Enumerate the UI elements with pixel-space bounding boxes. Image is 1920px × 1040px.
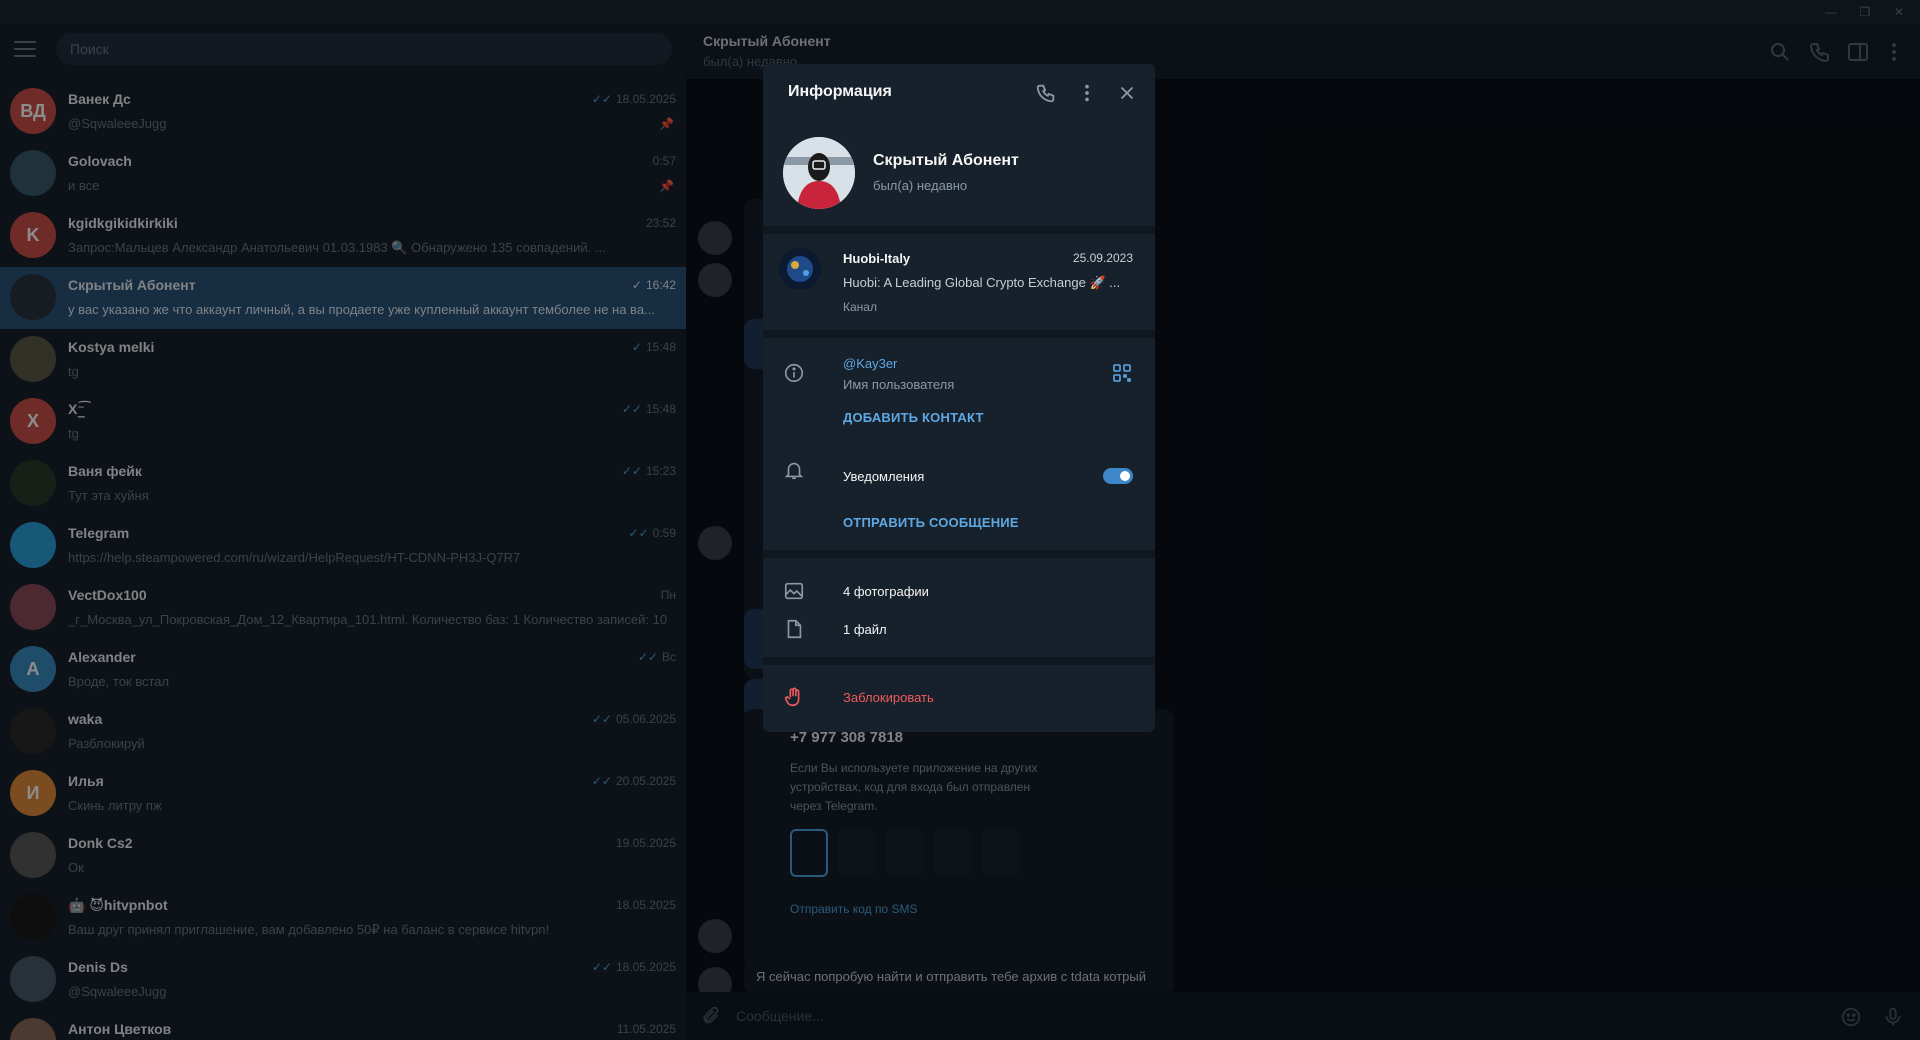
user-info-dialog: Информация Скрытый Абонент был(а) недавн… <box>763 64 1155 732</box>
profile-status: был(а) недавно <box>873 178 968 193</box>
username-value[interactable]: @Kay3er <box>843 356 897 371</box>
channel-avatar[interactable] <box>779 248 821 290</box>
photos-link[interactable]: 4 фотографии <box>843 584 929 599</box>
section-divider <box>763 550 1155 558</box>
notifications-toggle[interactable] <box>1103 468 1133 484</box>
close-icon[interactable] <box>1116 82 1138 104</box>
add-contact-button[interactable]: ДОБАВИТЬ КОНТАКТ <box>843 410 984 425</box>
toggle-knob <box>1118 469 1132 483</box>
notifications-label: Уведомления <box>843 469 925 484</box>
username-label: Имя пользователя <box>843 377 955 392</box>
section-divider <box>763 330 1155 338</box>
profile-avatar[interactable] <box>783 137 855 209</box>
channel-date: 25.09.2023 <box>1072 251 1133 265</box>
info-icon <box>784 363 804 383</box>
file-icon <box>787 619 802 639</box>
dialog-title: Информация <box>788 83 892 100</box>
phone-icon[interactable] <box>1035 82 1057 104</box>
bell-icon <box>784 462 804 480</box>
channel-type: Канал <box>843 300 877 314</box>
channel-name[interactable]: Huobi-Italy <box>843 251 910 266</box>
send-message-button[interactable]: ОТПРАВИТЬ СООБЩЕНИЕ <box>843 515 1019 530</box>
block-user-button[interactable]: Заблокировать <box>843 690 934 705</box>
profile-name: Скрытый Абонент <box>873 152 1019 169</box>
section-divider <box>763 657 1155 665</box>
section-divider <box>763 226 1155 234</box>
files-link[interactable]: 1 файл <box>843 622 887 637</box>
qr-code-icon[interactable] <box>1113 364 1131 382</box>
more-options-icon[interactable] <box>1076 82 1098 104</box>
channel-description: Huobi: A Leading Global Crypto Exchange … <box>843 275 1121 290</box>
block-hand-icon <box>784 687 800 707</box>
photo-icon <box>784 582 804 600</box>
